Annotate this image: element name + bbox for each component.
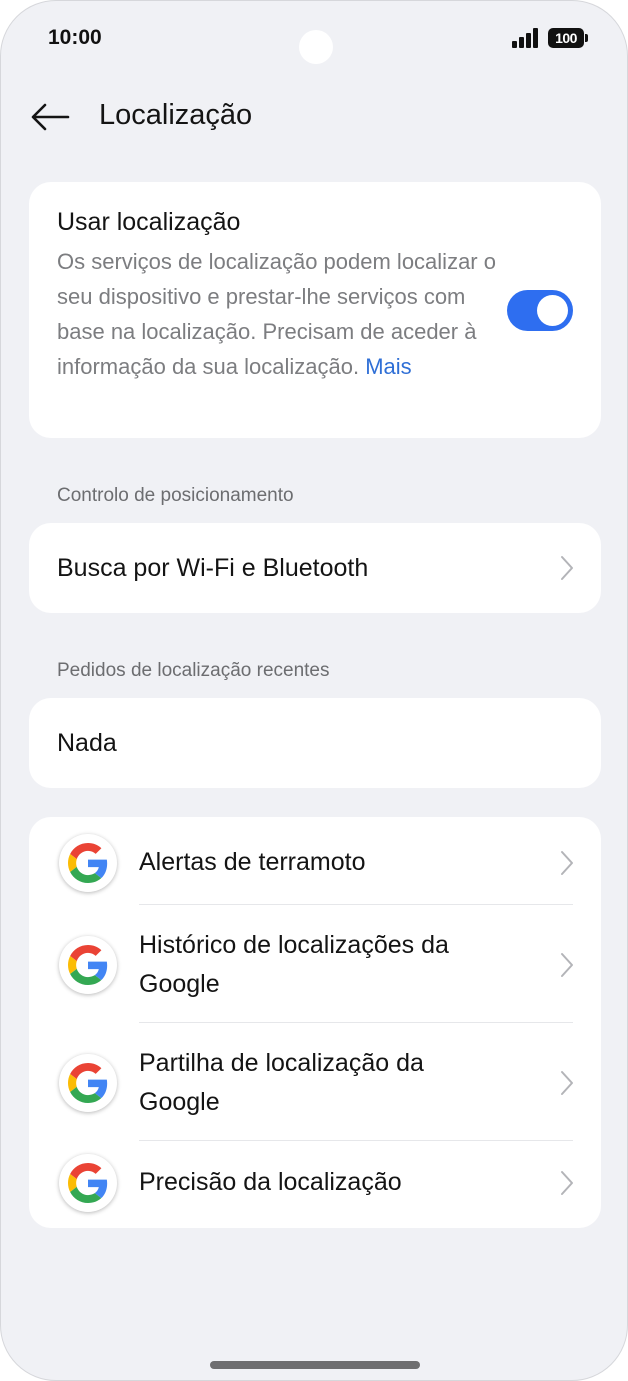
google-icon: [59, 1154, 117, 1212]
chevron-right-icon: [561, 1071, 573, 1095]
use-location-card: Usar localização Os serviços de localiza…: [29, 182, 601, 438]
recent-requests-section-label: Pedidos de localização recentes: [57, 660, 330, 681]
battery-tip: [585, 34, 588, 42]
use-location-toggle[interactable]: [507, 290, 573, 331]
positioning-section-label: Controlo de posicionamento: [57, 485, 294, 506]
status-bar: 10:00 100: [1, 1, 627, 81]
header: Localização: [1, 81, 627, 153]
chevron-right-icon: [561, 1171, 573, 1195]
wifi-bluetooth-scan-row[interactable]: Busca por Wi-Fi e Bluetooth: [29, 523, 601, 613]
location-sharing-label: Partilha de localização da Google: [139, 1049, 424, 1116]
google-icon: [59, 1054, 117, 1112]
chevron-right-icon: [561, 953, 573, 977]
recent-requests-empty: Nada: [57, 728, 117, 757]
list-item-earthquake-alerts[interactable]: Alertas de terramoto: [29, 817, 601, 905]
list-item-location-accuracy[interactable]: Precisão da localização: [29, 1141, 601, 1228]
battery-icon: 100: [548, 28, 584, 48]
location-history-label: Histórico de localizações da Google: [139, 931, 449, 998]
use-location-description-text: Os serviços de localização podem localiz…: [57, 249, 496, 379]
google-icon: [59, 936, 117, 994]
google-icon: [59, 834, 117, 892]
back-arrow-icon: [31, 103, 70, 131]
more-link[interactable]: Mais: [365, 354, 411, 379]
status-time: 10:00: [48, 26, 102, 49]
signal-icon: [512, 28, 540, 48]
phone-screen: 10:00 100 Localização Usar localização O…: [0, 0, 628, 1381]
list-item-location-history[interactable]: Histórico de localizações da Google: [29, 905, 601, 1023]
home-indicator[interactable]: [210, 1361, 420, 1369]
recent-requests-card: Nada: [29, 698, 601, 788]
page-title: Localização: [99, 99, 253, 131]
back-button[interactable]: [25, 95, 75, 139]
earthquake-alerts-label: Alertas de terramoto: [139, 848, 366, 876]
use-location-title: Usar localização: [57, 208, 241, 236]
use-location-description: Os serviços de localização podem localiz…: [57, 244, 497, 384]
chevron-right-icon: [561, 851, 573, 875]
list-item-location-sharing[interactable]: Partilha de localização da Google: [29, 1023, 601, 1141]
wifi-bluetooth-scan-label: Busca por Wi-Fi e Bluetooth: [57, 553, 369, 582]
toggle-knob: [537, 295, 568, 326]
chevron-right-icon: [561, 556, 573, 580]
google-services-card: Alertas de terramoto Histórico de locali…: [29, 817, 601, 1228]
front-camera: [299, 30, 333, 64]
location-accuracy-label: Precisão da localização: [139, 1168, 402, 1196]
